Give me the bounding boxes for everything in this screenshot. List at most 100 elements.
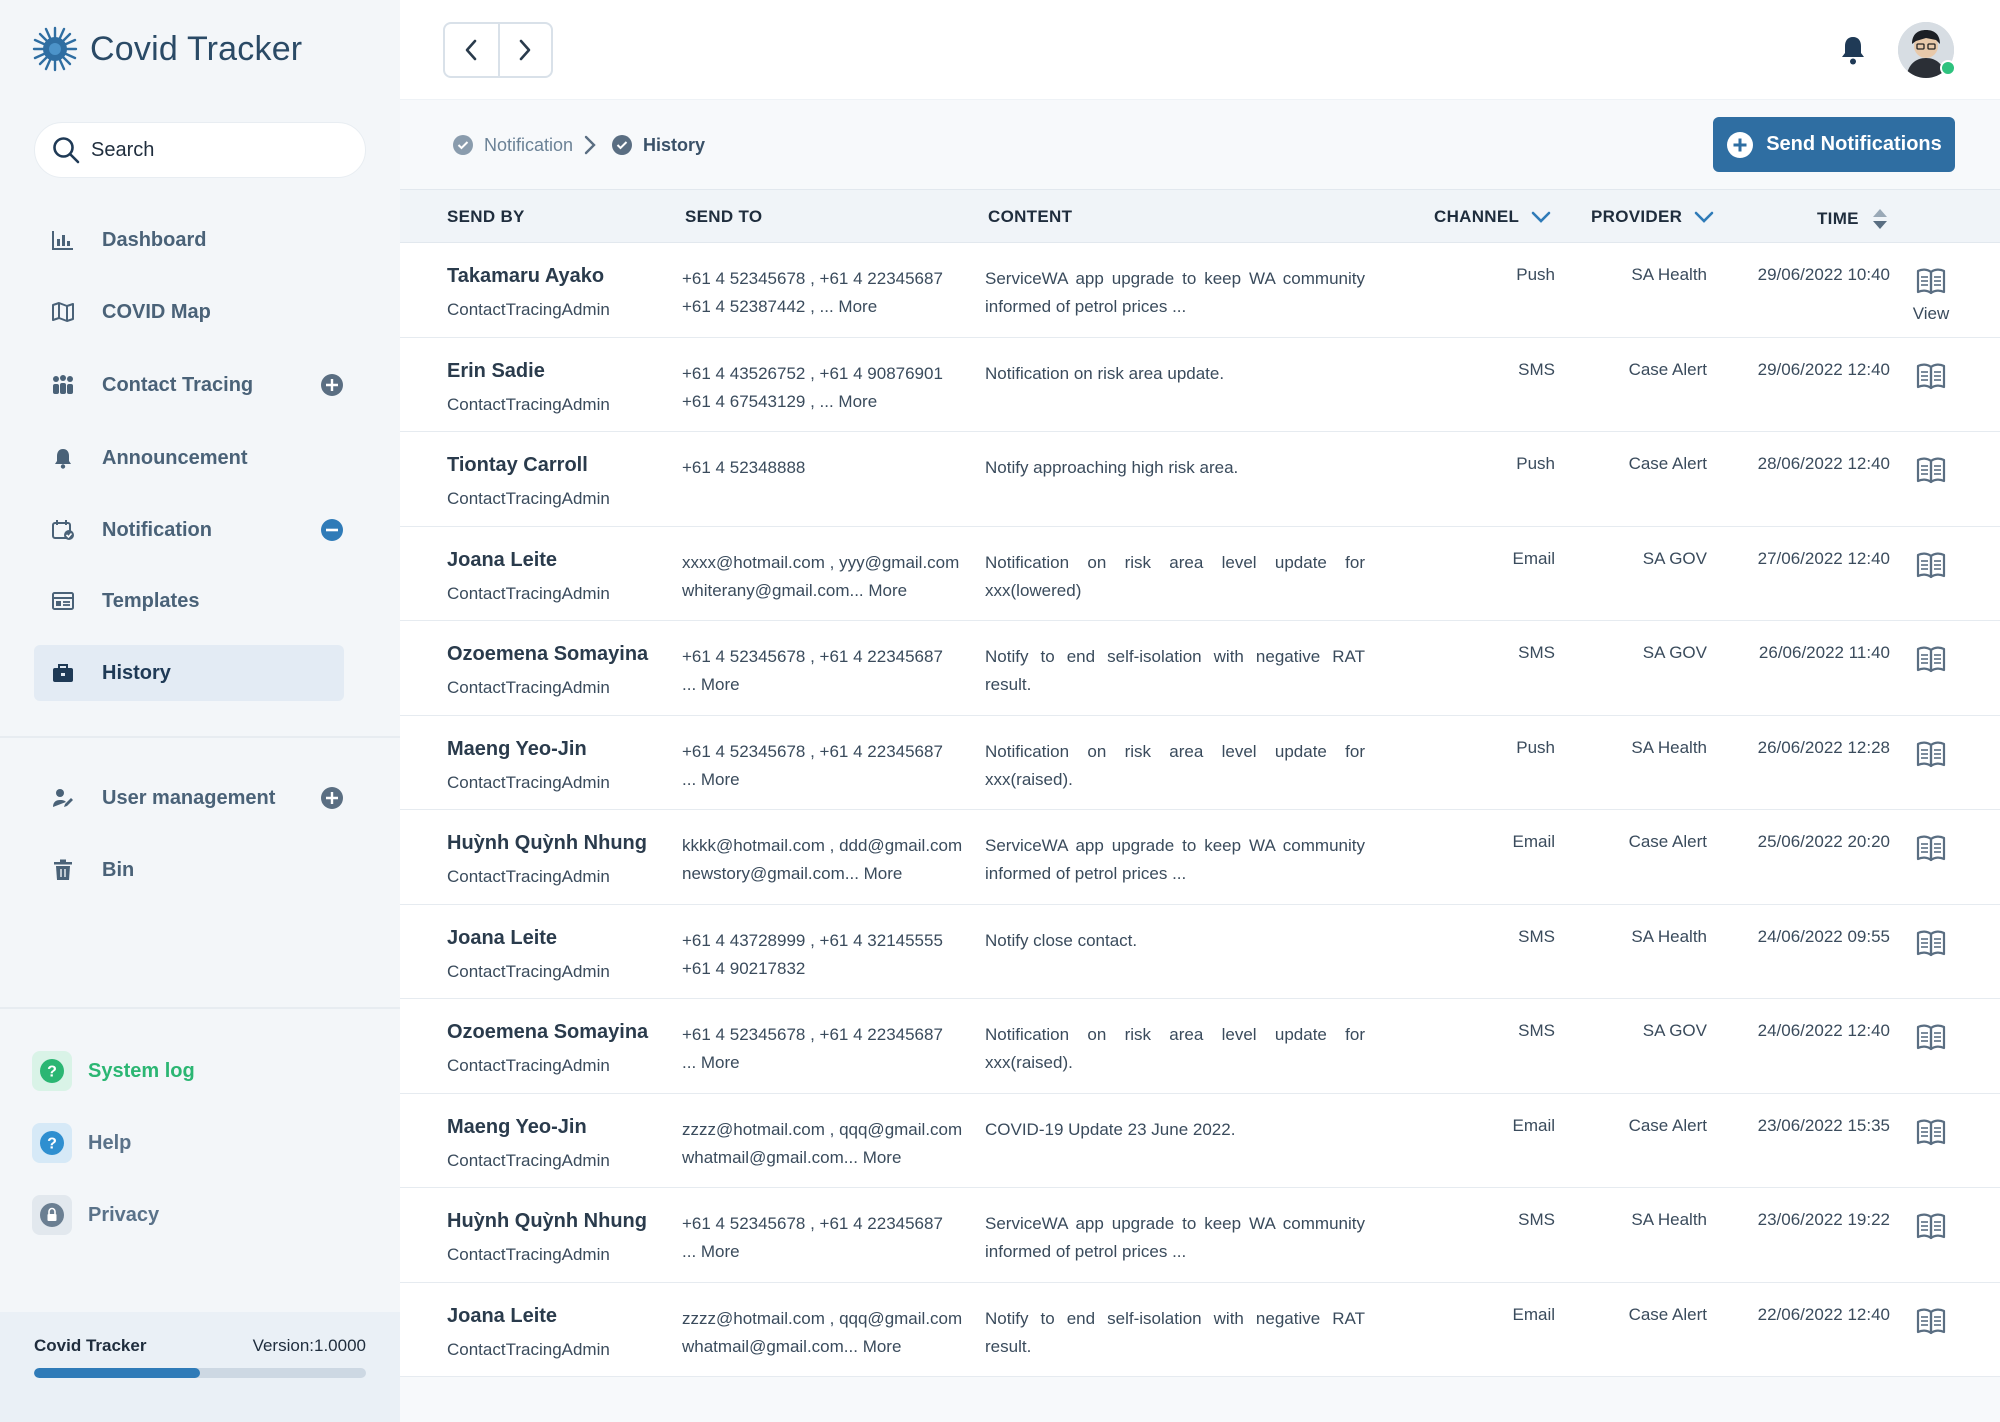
column-header-time[interactable]: TIME — [1817, 207, 1889, 231]
column-header-label: CHANNEL — [1434, 207, 1520, 226]
sidebar-item-privacy[interactable]: Privacy — [32, 1195, 159, 1235]
message-content: COVID-19 Update 23 June 2022. — [985, 1119, 1236, 1139]
sidebar-item-covid-map[interactable]: COVID Map — [34, 284, 344, 340]
message-content: ServiceWA app upgrade to keep WA communi… — [985, 836, 1365, 883]
table-row[interactable]: Joana Leite ContactTracingAdmin +61 4 4372… — [400, 904, 2000, 999]
chart-icon — [50, 227, 76, 253]
sidebar-item-label: COVID Map — [102, 300, 211, 323]
sidebar-item-contact-tracing[interactable]: Contact Tracing — [34, 357, 344, 413]
recipients-line[interactable]: ... More — [682, 766, 982, 794]
book-open-icon[interactable] — [1916, 1307, 1946, 1335]
recipients-line[interactable]: ... More — [682, 1238, 982, 1266]
table-row[interactable]: Maeng Yeo-Jin ContactTracingAdmin zzzz@hot… — [400, 1093, 2000, 1188]
table-row[interactable]: Joana Leite ContactTracingAdmin zzzz@hotma… — [400, 1282, 2000, 1377]
plus-circle-icon[interactable] — [320, 786, 344, 810]
table-row[interactable]: Tiontay Carroll ContactTracingAdmin +61 4 … — [400, 432, 2000, 527]
recipients-line[interactable]: +61 4 52387442 , ... More — [682, 293, 982, 321]
table-row[interactable]: Maeng Yeo-Jin ContactTracingAdmin +61 4 52… — [400, 715, 2000, 810]
breadcrumb-item-notification[interactable]: Notification — [452, 134, 573, 156]
recipients-line[interactable]: newstory@gmail.com... More — [682, 860, 982, 888]
recipients-line[interactable]: whatmail@gmail.com... More — [682, 1144, 982, 1172]
sender-role: ContactTracingAdmin — [447, 1150, 610, 1170]
table-row[interactable]: Ozoemena Somayina ContactTracingAdmin +61 … — [400, 999, 2000, 1094]
question-icon: ? — [32, 1051, 72, 1091]
recipients: +61 4 52345678 , +61 4 22345687 +61 4 523… — [682, 265, 982, 321]
sidebar-item-system-log[interactable]: ? System log — [32, 1051, 195, 1091]
provider-cell: SA GOV — [1642, 548, 1707, 568]
forward-button[interactable] — [497, 24, 551, 76]
book-open-icon[interactable] — [1916, 1023, 1946, 1051]
map-icon — [50, 299, 76, 325]
sidebar-item-label: Contact Tracing — [102, 373, 254, 396]
plus-circle-icon — [1727, 131, 1754, 158]
channel-cell: Email — [1512, 548, 1555, 568]
channel-cell: SMS — [1518, 643, 1555, 662]
top-bar — [400, 0, 2000, 100]
sidebar-item-bin[interactable]: Bin — [34, 842, 344, 898]
sidebar: Covid Tracker Dashboard COVID Map Contac… — [0, 0, 400, 1422]
recipients-line[interactable]: ... More — [682, 1049, 982, 1077]
chevron-down-icon — [1531, 211, 1551, 223]
search-box[interactable] — [34, 122, 366, 178]
message-content: Notify close contact. — [985, 930, 1138, 950]
sidebar-item-announcement[interactable]: Announcement — [34, 430, 344, 486]
column-header-provider[interactable]: PROVIDER — [1591, 207, 1714, 227]
view-label[interactable]: View — [1900, 304, 1962, 324]
column-header-channel[interactable]: CHANNEL — [1434, 207, 1551, 227]
minus-circle-icon[interactable] — [320, 518, 344, 542]
sidebar-item-notification[interactable]: Notification — [34, 502, 344, 558]
send-notifications-button[interactable]: Send Notifications — [1713, 117, 1955, 172]
recipients-line[interactable]: ... More — [682, 671, 982, 699]
app-logo[interactable]: Covid Tracker — [32, 26, 302, 72]
book-open-icon[interactable] — [1916, 551, 1946, 579]
table-row[interactable]: Huỳnh Quỳnh Nhung ContactTracingAdmin +61 … — [400, 1188, 2000, 1283]
book-open-icon[interactable] — [1916, 740, 1946, 768]
book-open-icon[interactable] — [1916, 456, 1946, 484]
time-cell: 26/06/2022 11:40 — [1758, 643, 1890, 662]
table-row[interactable]: Erin Sadie ContactTracingAdmin +61 4 43526… — [400, 337, 2000, 432]
sender-name: Joana Leite — [447, 926, 558, 949]
book-open-icon[interactable] — [1916, 834, 1946, 862]
recipients-line: +61 4 43526752 , +61 4 90876901 — [682, 363, 943, 383]
sidebar-item-user-management[interactable]: User management — [34, 770, 344, 826]
main-content: Notification History Send Notifications … — [400, 100, 2000, 1422]
sidebar-item-history[interactable]: History — [34, 645, 344, 701]
sidebar-item-label: Announcement — [102, 446, 248, 469]
book-open-icon[interactable] — [1916, 267, 1946, 295]
table-row[interactable]: Huỳnh Quỳnh Nhung ContactTracingAdmin kkkk… — [400, 810, 2000, 905]
book-open-icon[interactable] — [1916, 362, 1946, 390]
recipients-line[interactable]: +61 4 90217832 — [682, 955, 982, 983]
sender-name: Maeng Yeo-Jin — [447, 1115, 587, 1138]
book-open-icon[interactable] — [1916, 645, 1946, 673]
recipients-line[interactable]: +61 4 67543129 , ... More — [682, 388, 982, 416]
recipients-line[interactable]: whiterany@gmail.com... More — [682, 577, 982, 605]
message-content: Notify to end self-isolation with negati… — [985, 647, 1365, 694]
table-row[interactable]: Ozoemena Somayina ContactTracingAdmin +61 … — [400, 621, 2000, 716]
book-open-icon[interactable] — [1916, 929, 1946, 957]
time-cell: 22/06/2022 12:40 — [1757, 1304, 1890, 1324]
provider-cell: Case Alert — [1628, 454, 1707, 473]
sidebar-item-dashboard[interactable]: Dashboard — [34, 212, 344, 268]
recipients-line[interactable]: whatmail@gmail.com... More — [682, 1333, 982, 1361]
time-cell: 24/06/2022 12:40 — [1757, 1021, 1890, 1040]
search-input[interactable] — [91, 138, 341, 162]
app-title: Covid Tracker — [90, 29, 303, 68]
sidebar-item-label: User management — [102, 786, 276, 809]
sender-name: Joana Leite — [447, 548, 558, 571]
table-row[interactable]: Joana Leite ContactTracingAdmin xxxx@hotma… — [400, 526, 2000, 621]
version-panel: Covid Tracker Version:1.0000 — [0, 1312, 400, 1422]
sender-role: ContactTracingAdmin — [447, 961, 610, 981]
sidebar-item-templates[interactable]: Templates — [34, 573, 344, 629]
recipients-line: +61 4 52345678 , +61 4 22345687 — [682, 1025, 943, 1044]
message-content: Notify to end self-isolation with negati… — [985, 1308, 1365, 1356]
table-row[interactable]: Takamaru Ayako ContactTracingAdmin +61 4 5… — [400, 243, 2000, 338]
recipients-line: +61 4 52345678 , +61 4 22345687 — [682, 741, 943, 761]
people-icon — [50, 372, 76, 398]
book-open-icon[interactable] — [1916, 1118, 1946, 1146]
plus-circle-icon[interactable] — [320, 373, 344, 397]
back-button[interactable] — [445, 24, 498, 76]
notification-bell-icon[interactable] — [1838, 34, 1868, 66]
book-open-icon[interactable] — [1916, 1212, 1946, 1240]
recipients-line: +61 4 43728999 , +61 4 32145555 — [682, 930, 943, 950]
sidebar-item-help[interactable]: ? Help — [32, 1123, 131, 1163]
